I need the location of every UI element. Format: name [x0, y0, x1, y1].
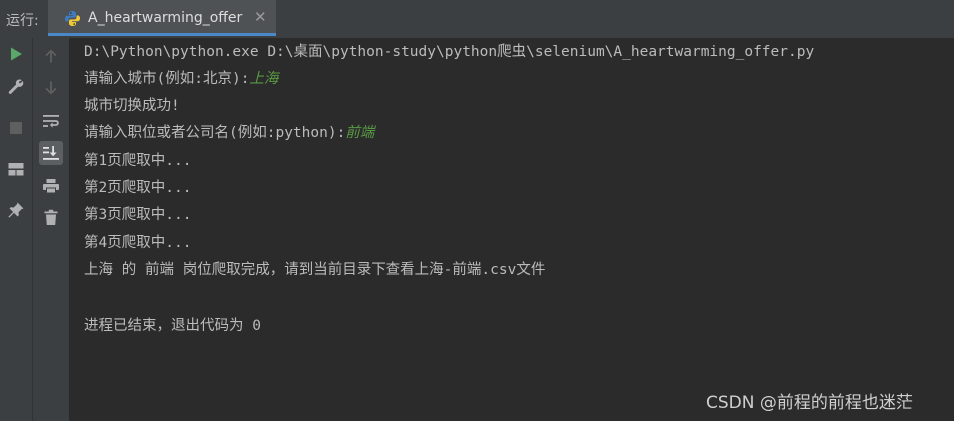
run-icon[interactable] [4, 42, 28, 66]
console-output[interactable]: D:\Python\python.exe D:\桌面\python-study\… [70, 38, 954, 421]
city-switched-line: 城市切换成功! [84, 98, 180, 114]
soft-wrap-icon[interactable] [39, 109, 63, 133]
scroll-to-end-icon[interactable] [39, 141, 63, 165]
run-toolbar [0, 38, 33, 421]
run-window: 运行: A_heartwarming_offer ✕ D:\Python\pyt… [0, 0, 954, 421]
run-tab-bar: 运行: A_heartwarming_offer ✕ [0, 0, 954, 39]
print-icon[interactable] [39, 174, 63, 198]
input-job: 前端 [345, 125, 375, 141]
command-line: D:\Python\python.exe D:\桌面\python-study\… [84, 44, 815, 60]
done-line: 上海 的 前端 岗位爬取完成，请到当前目录下查看上海-前端.csv文件 [84, 262, 546, 278]
csdn-watermark: CSDN @前程的前程也迷茫 [706, 393, 913, 413]
tab-run-config[interactable]: A_heartwarming_offer ✕ [48, 0, 276, 36]
page-1-line: 第1页爬取中... [84, 153, 192, 169]
wrench-icon[interactable] [4, 75, 28, 99]
layout-icon[interactable] [4, 157, 28, 181]
pin-icon[interactable] [4, 198, 28, 222]
exit-line: 进程已结束，退出代码为 0 [84, 318, 261, 334]
arrow-down-icon[interactable] [39, 76, 63, 100]
trash-icon[interactable] [39, 205, 63, 229]
run-label: 运行: [6, 13, 39, 29]
page-4-line: 第4页爬取中... [84, 235, 192, 251]
tab-title: A_heartwarming_offer [88, 10, 243, 26]
close-icon[interactable]: ✕ [254, 8, 267, 26]
input-city: 上海 [249, 71, 279, 87]
page-2-line: 第2页爬取中... [84, 180, 192, 196]
prompt-city-line: 请输入城市(例如:北京):上海 [84, 69, 278, 89]
arrow-up-icon[interactable] [39, 44, 63, 68]
python-file-icon [64, 10, 81, 27]
prompt-job: 请输入职位或者公司名(例如:python): [84, 125, 346, 141]
page-3-line: 第3页爬取中... [84, 207, 192, 223]
prompt-city: 请输入城市(例如:北京): [84, 71, 250, 87]
stop-icon[interactable] [4, 116, 28, 140]
console-toolbar [33, 38, 70, 421]
prompt-job-line: 请输入职位或者公司名(例如:python):前端 [84, 123, 374, 143]
